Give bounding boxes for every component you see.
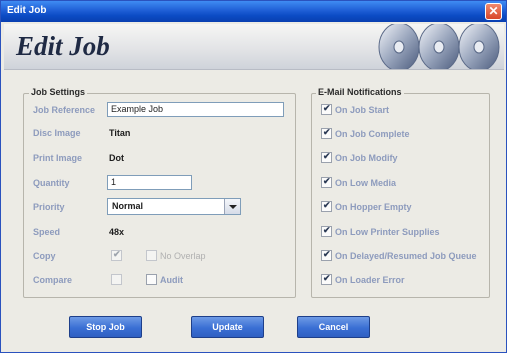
job-settings-group xyxy=(23,93,296,298)
email-notifications-group xyxy=(311,93,490,298)
email-notifications-title: E-Mail Notifications xyxy=(316,87,404,97)
job-reference-label: Job Reference xyxy=(33,105,96,115)
check-icon: ✔ xyxy=(323,103,331,113)
quantity-label: Quantity xyxy=(33,178,70,188)
disc-image-value: Titan xyxy=(109,128,131,138)
check-icon: ✔ xyxy=(323,273,331,283)
quantity-input[interactable]: 1 xyxy=(107,175,192,190)
notif-low-printer-supplies-label: On Low Printer Supplies xyxy=(335,227,440,237)
check-icon: ✔ xyxy=(323,200,331,210)
job-reference-input[interactable]: Example Job xyxy=(107,102,284,117)
job-settings-title: Job Settings xyxy=(29,87,88,97)
check-icon: ✔ xyxy=(323,151,331,161)
window-title: Edit Job xyxy=(7,5,47,16)
notif-low-media-label: On Low Media xyxy=(335,178,397,188)
speed-value: 48x xyxy=(109,227,125,237)
check-icon: ✔ xyxy=(323,249,331,259)
copy-checkbox[interactable]: ✔ xyxy=(111,249,122,261)
audit-checkbox[interactable] xyxy=(146,274,157,285)
notif-low-media-checkbox[interactable]: ✔ xyxy=(321,176,332,188)
notif-job-start-label: On Job Start xyxy=(335,105,390,115)
close-button[interactable]: ✕ xyxy=(485,3,502,20)
edit-job-window: Edit Job ✕ Edit Job Job Settings Job Ref… xyxy=(0,0,507,353)
notif-loader-error-checkbox[interactable]: ✔ xyxy=(321,273,332,285)
notif-delayed-resumed-checkbox[interactable]: ✔ xyxy=(321,249,332,261)
check-icon: ✔ xyxy=(323,176,331,186)
speed-label: Speed xyxy=(33,227,61,237)
no-overlap-checkbox[interactable] xyxy=(146,250,157,261)
audit-label: Audit xyxy=(160,275,183,285)
notif-hopper-empty-checkbox[interactable]: ✔ xyxy=(321,200,332,212)
update-button[interactable]: Update xyxy=(191,316,264,338)
check-icon: ✔ xyxy=(113,249,121,259)
print-image-label: Print Image xyxy=(33,153,83,163)
notif-loader-error-label: On Loader Error xyxy=(335,275,405,285)
notif-low-printer-supplies-checkbox[interactable]: ✔ xyxy=(321,225,332,237)
copy-label: Copy xyxy=(33,251,56,261)
notif-job-modify-label: On Job Modify xyxy=(335,153,398,163)
no-overlap-label: No Overlap xyxy=(160,251,206,261)
priority-select[interactable]: Normal xyxy=(107,198,241,215)
notif-job-complete-checkbox[interactable]: ✔ xyxy=(321,127,332,139)
stop-job-button[interactable]: Stop Job xyxy=(69,316,142,338)
priority-label: Priority xyxy=(33,202,65,212)
print-image-value: Dot xyxy=(109,153,124,163)
notif-job-modify-checkbox[interactable]: ✔ xyxy=(321,151,332,163)
notif-job-complete-label: On Job Complete xyxy=(335,129,410,139)
notif-hopper-empty-label: On Hopper Empty xyxy=(335,202,412,212)
title-bar[interactable]: Edit Job ✕ xyxy=(1,1,506,22)
check-icon: ✔ xyxy=(323,225,331,235)
banner-title: Edit Job xyxy=(16,31,110,61)
priority-value: Normal xyxy=(112,201,144,211)
compare-checkbox[interactable] xyxy=(111,274,122,285)
header-banner: Edit Job xyxy=(4,24,504,70)
notif-job-start-checkbox[interactable]: ✔ xyxy=(321,103,332,115)
close-icon: ✕ xyxy=(488,4,499,18)
notif-delayed-resumed-label: On Delayed/Resumed Job Queue xyxy=(335,251,477,261)
disc-image-label: Disc Image xyxy=(33,128,81,138)
chevron-down-icon[interactable] xyxy=(224,199,240,214)
check-icon: ✔ xyxy=(323,127,331,137)
disc-graphic-icon xyxy=(378,24,500,69)
cancel-button[interactable]: Cancel xyxy=(297,316,370,338)
compare-label: Compare xyxy=(33,275,73,285)
